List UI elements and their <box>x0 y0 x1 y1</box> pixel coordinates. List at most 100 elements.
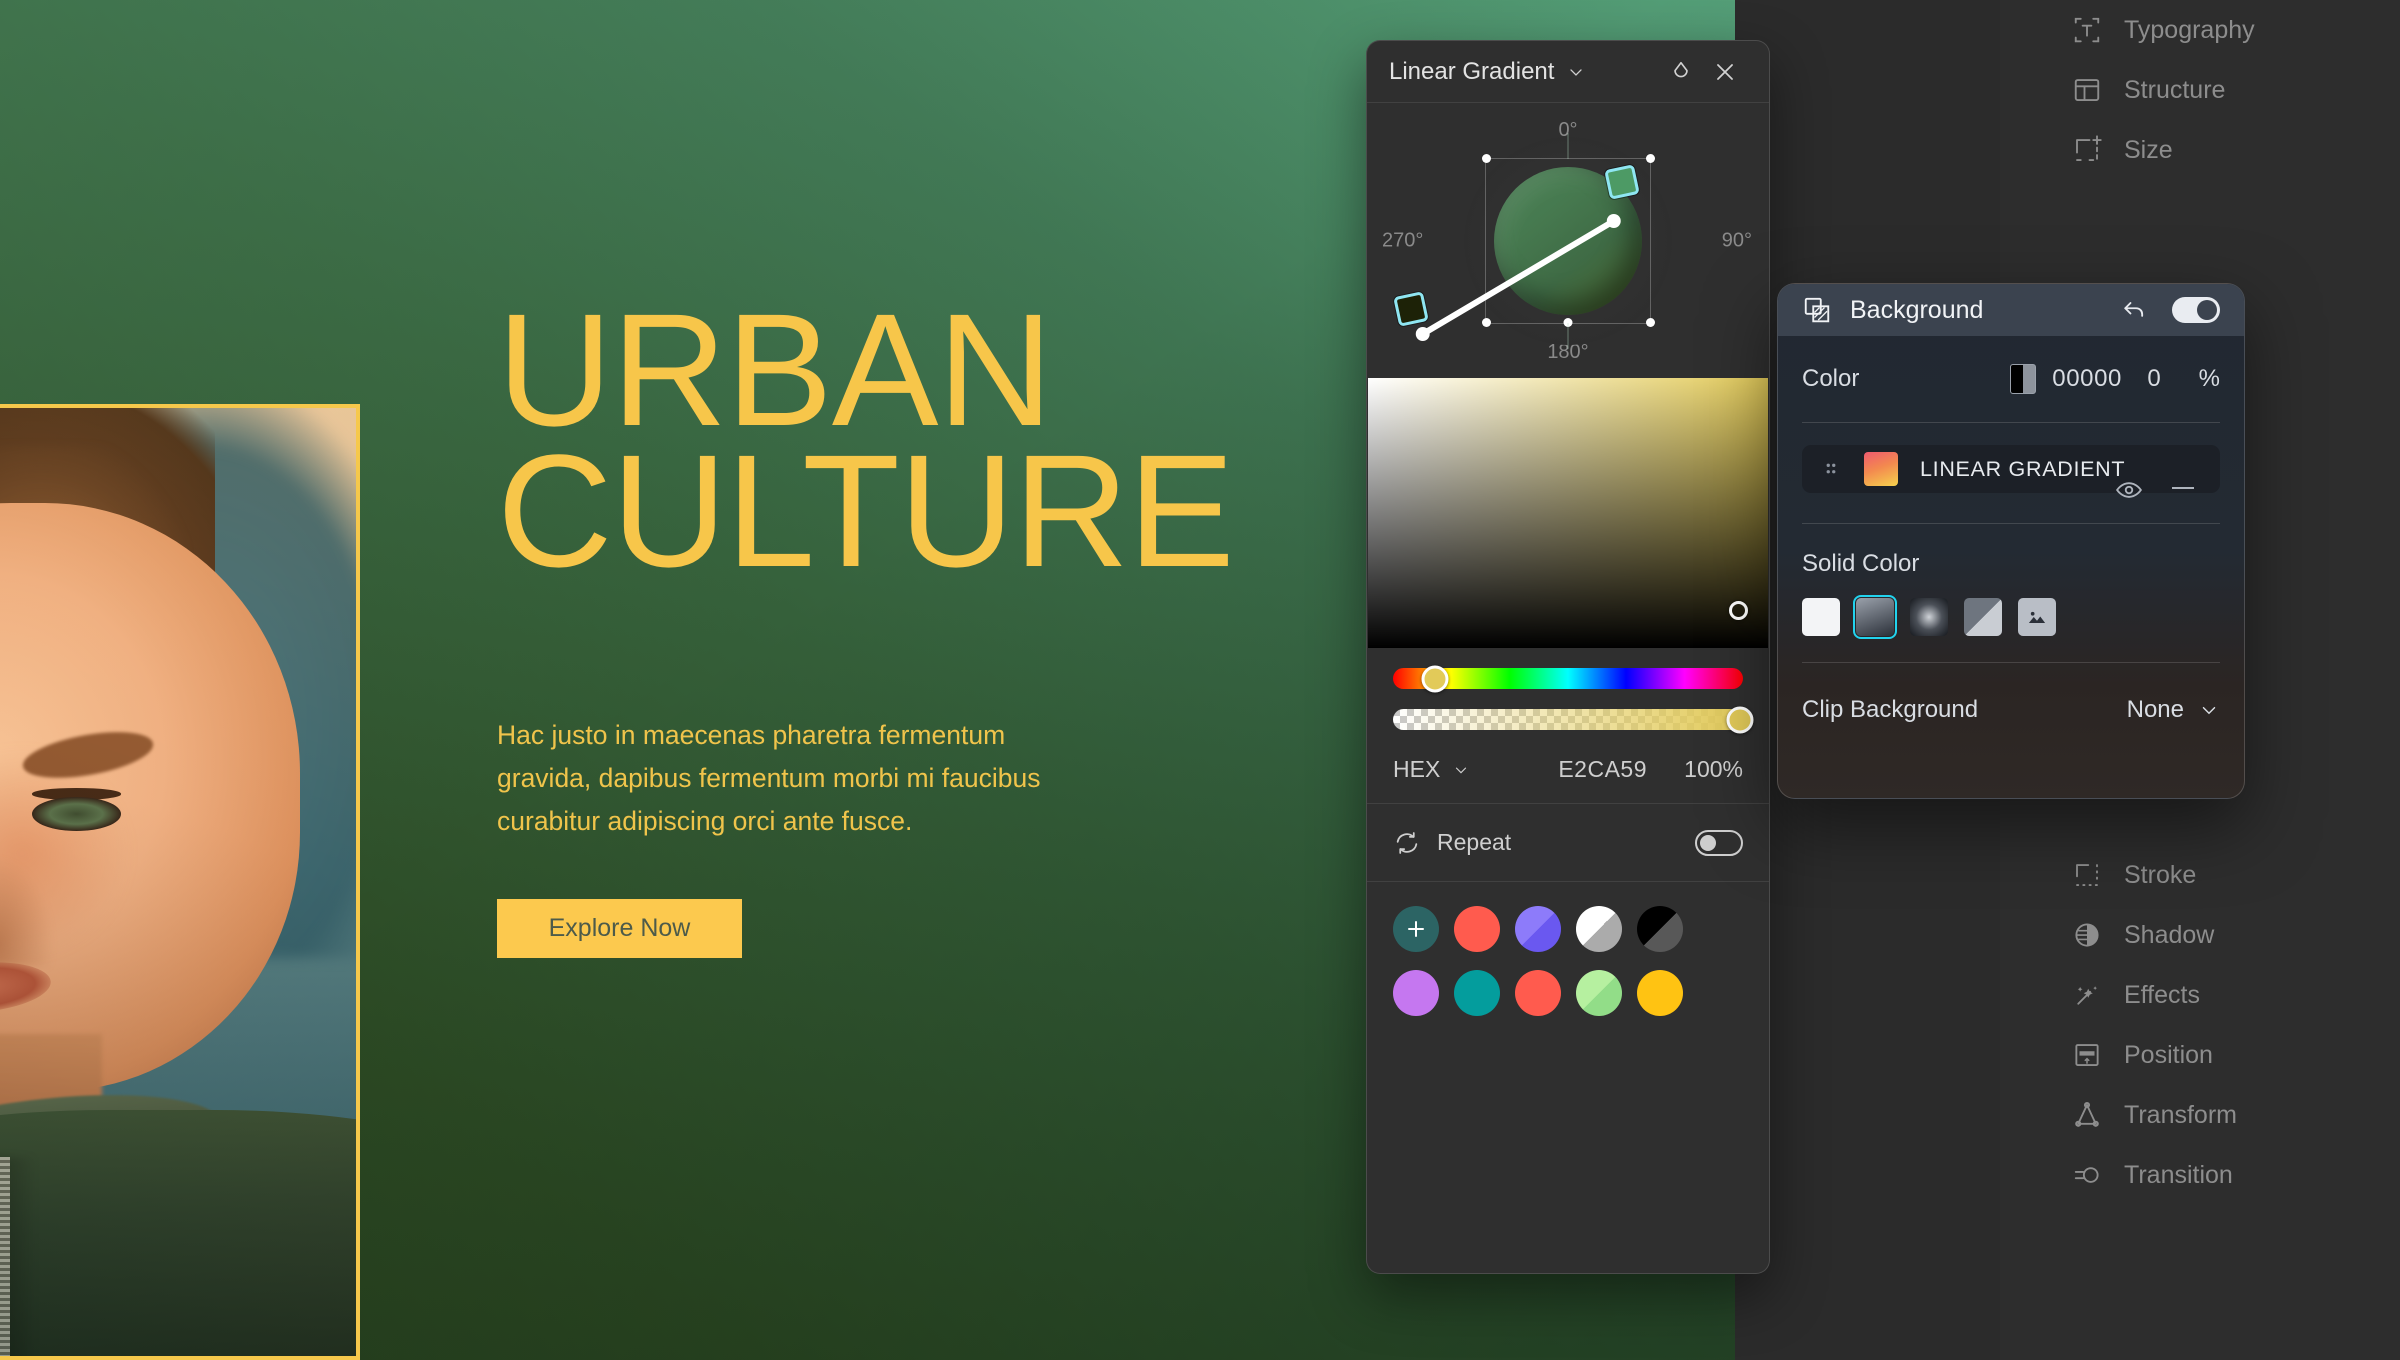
color-preview-chip[interactable] <box>2010 364 2037 394</box>
undo-icon[interactable] <box>2120 296 2148 324</box>
background-layer-list: LINEAR GRADIENT <box>1802 423 2220 523</box>
background-color-row: Color 00000 0 % <box>1802 336 2220 422</box>
sidebar-item-typography[interactable]: Typography <box>2000 0 2400 60</box>
angle-label-270: 270° <box>1382 229 1424 251</box>
background-panel-body: Color 00000 0 % LINEAR GRADIENT Solid Co… <box>1778 336 2244 757</box>
page-title[interactable]: URBAN CULTURE <box>497 290 1337 591</box>
swatch-amber[interactable] <box>1637 970 1683 1016</box>
sidebar-item-stroke[interactable]: Stroke <box>2000 845 2400 905</box>
sidebar-item-label: Effects <box>2124 980 2200 1009</box>
hue-slider[interactable] <box>1393 665 1743 692</box>
background-properties-panel[interactable]: Background Color 00000 0 % LINEAR GRADIE… <box>1777 283 2245 799</box>
panel-title: Background <box>1850 295 1984 324</box>
sidebar-item-structure[interactable]: Structure <box>2000 60 2400 120</box>
repeat-label: Repeat <box>1437 829 1512 855</box>
swatch-black-gray[interactable] <box>1637 906 1683 952</box>
linear-gradient-picker-panel[interactable]: Linear Gradient 0° 90° 180° 270° HEX E2C… <box>1366 40 1770 1274</box>
alpha-knob[interactable] <box>1726 706 1753 733</box>
repeat-row: Repeat <box>1367 804 1769 882</box>
sidebar-item-shadow[interactable]: Shadow <box>2000 905 2400 965</box>
background-panel-header: Background <box>1778 284 2244 336</box>
sidebar-item-label: Transition <box>2124 1160 2233 1189</box>
eye-icon[interactable] <box>2114 475 2144 505</box>
swatch-red-2[interactable] <box>1515 970 1561 1016</box>
sidebar-item-effects[interactable]: Effects <box>2000 965 2400 1025</box>
clip-background-value[interactable]: None <box>2127 696 2184 724</box>
swatch-indigo[interactable] <box>1515 906 1561 952</box>
hero-content: URBAN CULTURE Hac justo in maecenas phar… <box>497 290 1337 959</box>
fill-conic-gradient-swatch[interactable] <box>1964 598 2002 636</box>
gradient-stop-end[interactable] <box>1604 164 1640 200</box>
sidebar-item-transition[interactable]: Transition <box>2000 1145 2400 1205</box>
alpha-input[interactable]: 100% <box>1673 756 1743 783</box>
sidebar-item-size[interactable]: Size <box>2000 120 2400 180</box>
fill-solid-swatch[interactable] <box>1802 598 1840 636</box>
color-value-row: HEX E2CA59 100% <box>1367 750 1769 804</box>
gradient-stop-start[interactable] <box>1393 291 1429 327</box>
layer-color-chip <box>1864 452 1898 486</box>
color-row-label: Color <box>1802 365 1860 392</box>
alpha-slider[interactable] <box>1393 706 1753 733</box>
sidebar-item-label: Structure <box>2124 75 2226 104</box>
hue-knob[interactable] <box>1421 665 1449 692</box>
effects-icon <box>2072 980 2102 1010</box>
color-format-select[interactable]: HEX <box>1393 756 1440 783</box>
chevron-down-icon[interactable] <box>2198 699 2220 721</box>
sidebar-item-label: Shadow <box>2124 920 2215 949</box>
repeat-icon <box>1393 829 1421 857</box>
sidebar-item-position[interactable]: Position <box>2000 1025 2400 1085</box>
clip-background-label: Clip Background <box>1802 696 1979 723</box>
size-icon <box>2072 135 2102 165</box>
background-icon <box>1802 295 1832 325</box>
close-icon[interactable] <box>1703 50 1747 94</box>
swatch-red[interactable] <box>1454 906 1500 952</box>
hero-subcopy[interactable]: Hac justo in maecenas pharetra fermentum… <box>497 714 1077 844</box>
fill-radial-gradient-swatch[interactable] <box>1910 598 1948 636</box>
position-icon <box>2072 1040 2102 1070</box>
saturation-value-field[interactable] <box>1368 378 1768 648</box>
clip-background-row[interactable]: Clip Background None <box>1802 663 2220 757</box>
sidebar-item-label: Transform <box>2124 1100 2237 1129</box>
sidebar-item-label: Stroke <box>2124 860 2197 889</box>
swatch-palette <box>1367 882 1769 1040</box>
sv-cursor[interactable] <box>1729 601 1748 620</box>
layer-item-linear-gradient[interactable]: LINEAR GRADIENT <box>1802 445 2220 493</box>
stroke-icon <box>2072 860 2102 890</box>
gradient-panel-header: Linear Gradient <box>1367 41 1769 103</box>
swatch-mint[interactable] <box>1576 970 1622 1016</box>
background-enable-toggle[interactable] <box>2172 297 2220 323</box>
background-opacity-input[interactable]: 0 <box>2122 365 2186 393</box>
swatch-white-gray[interactable] <box>1576 906 1622 952</box>
chevron-down-icon[interactable] <box>1566 62 1586 82</box>
angle-label-90: 90° <box>1721 229 1752 251</box>
shadow-icon <box>2072 920 2102 950</box>
minus-icon[interactable] <box>2172 487 2194 489</box>
typography-icon <box>2072 15 2102 45</box>
eyedropper-icon[interactable] <box>1659 50 1703 94</box>
gradient-angle-control[interactable]: 0° 90° 180° 270° <box>1367 103 1769 378</box>
gradient-type-label[interactable]: Linear Gradient <box>1389 58 1554 86</box>
transform-icon <box>2072 1100 2102 1130</box>
layer-name-label: LINEAR GRADIENT <box>1920 456 2126 481</box>
fill-type-options <box>1802 595 2220 662</box>
transition-icon <box>2072 1160 2102 1190</box>
structure-icon <box>2072 75 2102 105</box>
swatch-orchid[interactable] <box>1393 970 1439 1016</box>
background-hex-input[interactable]: 00000 <box>2052 365 2122 393</box>
chevron-down-icon[interactable] <box>1452 761 1470 779</box>
drag-handle-icon[interactable] <box>1820 458 1842 480</box>
color-sliders <box>1367 648 1769 733</box>
explore-now-button[interactable]: Explore Now <box>497 899 742 959</box>
fill-image-swatch[interactable] <box>2018 598 2056 636</box>
sidebar-item-transform[interactable]: Transform <box>2000 1085 2400 1145</box>
swatch-teal[interactable] <box>1454 970 1500 1016</box>
sidebar-item-label: Size <box>2124 135 2173 164</box>
fill-linear-gradient-swatch[interactable] <box>1853 595 1897 639</box>
sidebar-item-label: Position <box>2124 1040 2213 1069</box>
add-swatch-button[interactable] <box>1393 906 1439 952</box>
hero-photo-card[interactable] <box>0 404 360 1360</box>
repeat-toggle[interactable] <box>1695 829 1743 856</box>
opacity-unit-label: % <box>2198 365 2220 392</box>
sidebar-item-label: Typography <box>2124 15 2255 44</box>
hex-input[interactable]: E2CA59 <box>1558 756 1647 783</box>
